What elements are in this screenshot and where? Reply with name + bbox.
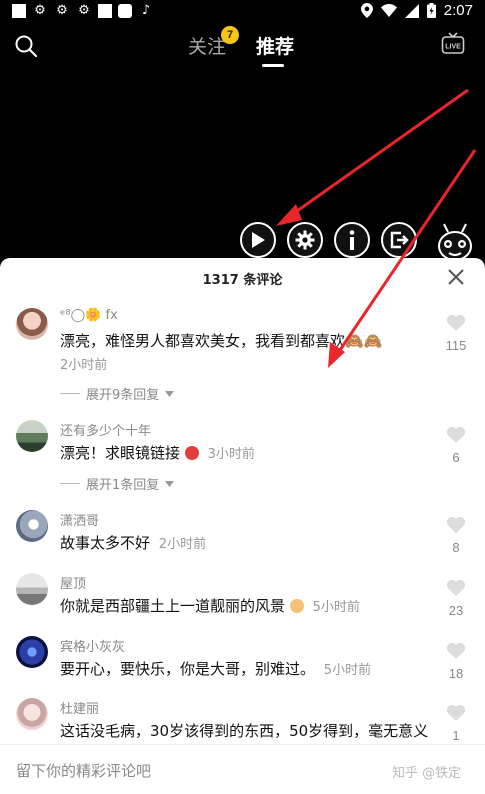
- comment-text: 要开心，要快乐，你是大哥，别难过。: [60, 660, 316, 678]
- like-count: 6: [452, 450, 460, 465]
- heart-icon: [446, 516, 466, 533]
- notification-icon: [98, 3, 112, 18]
- tiktok-icon: ♪: [141, 3, 151, 18]
- annotation-arrow: [289, 88, 469, 218]
- avatar[interactable]: [16, 510, 48, 542]
- svg-text:LIVE: LIVE: [445, 44, 461, 51]
- battery-icon: [426, 3, 436, 18]
- divider: [60, 483, 80, 484]
- avatar[interactable]: [16, 698, 48, 730]
- notification-icon: ⚙: [78, 3, 90, 18]
- like-button[interactable]: 6: [444, 426, 468, 465]
- heart-icon: [446, 642, 466, 659]
- like-count: 18: [448, 666, 464, 681]
- signal-icon: [404, 3, 419, 18]
- gear-icon: [295, 230, 315, 250]
- watermark: 知乎 @铁定: [392, 766, 462, 781]
- location-icon: [360, 3, 373, 18]
- chevron-down-icon: [165, 390, 175, 397]
- comment-body: 故事太多不好 2小时前: [60, 532, 206, 553]
- like-count: 115: [445, 338, 467, 353]
- avatar[interactable]: [16, 636, 48, 668]
- comment-time: 2小时前: [60, 358, 108, 373]
- comment-input-bar[interactable]: 留下你的精彩评论吧 知乎 @铁定: [0, 744, 485, 794]
- praying-hands-emoji: [289, 599, 304, 613]
- clock: 2:07: [443, 2, 473, 19]
- like-button[interactable]: 115: [444, 314, 468, 353]
- expand-replies-label: 展开9条回复: [86, 388, 160, 403]
- heart-icon: [446, 579, 466, 596]
- top-nav: 关注 7 推荐 LIVE: [0, 22, 485, 72]
- status-bar: ⚙ ⚙ ⚙ ♪ 2:07: [0, 0, 485, 22]
- comment-count-title: 1317 条评论: [202, 273, 283, 288]
- notification-icon: [118, 3, 132, 18]
- divider: [60, 393, 80, 394]
- exit-icon: [390, 231, 409, 249]
- search-icon[interactable]: [14, 34, 38, 58]
- avatar[interactable]: [16, 573, 48, 605]
- comment-body: 要开心，要快乐，你是大哥，别难过。 5小时前: [60, 658, 371, 679]
- live-icon[interactable]: LIVE: [441, 32, 465, 56]
- rose-emoji: [184, 446, 199, 460]
- like-button[interactable]: 18: [444, 642, 468, 681]
- comment-username[interactable]: 还有多少个十年: [60, 420, 151, 439]
- comment-username[interactable]: 宾格小灰灰: [60, 636, 125, 655]
- comment-username[interactable]: 屋顶: [60, 573, 86, 592]
- comment-text: 漂亮，难怪男人都喜欢美女，我看到都喜欢🙈🙈: [60, 332, 383, 350]
- expand-replies[interactable]: 展开1条回复: [60, 474, 175, 493]
- follow-badge: 7: [221, 26, 239, 44]
- notification-icon: ⚙: [34, 3, 46, 18]
- heart-icon: [446, 314, 466, 331]
- like-button[interactable]: 8: [444, 516, 468, 555]
- like-count: 8: [452, 540, 460, 555]
- comment-time: 3小时前: [207, 447, 255, 462]
- comment-input-placeholder[interactable]: 留下你的精彩评论吧: [16, 760, 151, 781]
- comment-body: 你就是西部疆土上一道靓丽的风景 5小时前: [60, 595, 360, 616]
- comment-time: 2小时前: [158, 537, 207, 552]
- comment-username[interactable]: 潇洒哥: [60, 510, 99, 529]
- heart-icon: [446, 704, 466, 721]
- like-button[interactable]: 23: [444, 579, 468, 618]
- play-icon: [252, 232, 265, 248]
- like-count: 1: [452, 728, 460, 743]
- tab-indicator: [262, 64, 284, 67]
- heart-icon: [446, 426, 466, 443]
- comment-text: 漂亮！求眼镜链接: [60, 444, 181, 462]
- comment-text: 你就是西部疆土上一道靓丽的风景: [60, 597, 286, 615]
- close-icon[interactable]: [447, 268, 465, 286]
- expand-replies[interactable]: 展开9条回复: [60, 384, 175, 403]
- comment-sheet: 1317 条评论 ᵉ⁸◯🌼 fx 漂亮，难怪男人都喜欢美女，我看到都喜欢🙈🙈 2…: [0, 258, 485, 794]
- notification-icon: ⚙: [56, 3, 68, 18]
- like-button[interactable]: 1: [444, 704, 468, 743]
- wifi-icon: [380, 4, 397, 17]
- avatar[interactable]: [16, 308, 48, 340]
- comment-text: 这话没毛病，30岁该得到的东西，50岁得到，毫无意义: [60, 722, 429, 740]
- expand-replies-label: 展开1条回复: [86, 478, 160, 493]
- avatar[interactable]: [16, 420, 48, 452]
- comment-text: 故事太多不好: [60, 534, 151, 552]
- comment-username[interactable]: ᵉ⁸◯🌼 fx: [60, 308, 118, 323]
- chevron-down-icon: [165, 480, 175, 487]
- comment-username[interactable]: 杜建丽: [60, 698, 99, 717]
- comment-time: 5小时前: [323, 663, 372, 678]
- comment-body: 漂亮！求眼镜链接 3小时前: [60, 442, 255, 463]
- like-count: 23: [448, 603, 464, 618]
- tab-recommend[interactable]: 推荐: [256, 32, 294, 59]
- notification-icons: ⚙ ⚙ ⚙ ♪: [12, 3, 154, 18]
- notification-icon: [12, 3, 26, 18]
- info-icon: [349, 230, 355, 250]
- comment-time: 5小时前: [312, 600, 360, 615]
